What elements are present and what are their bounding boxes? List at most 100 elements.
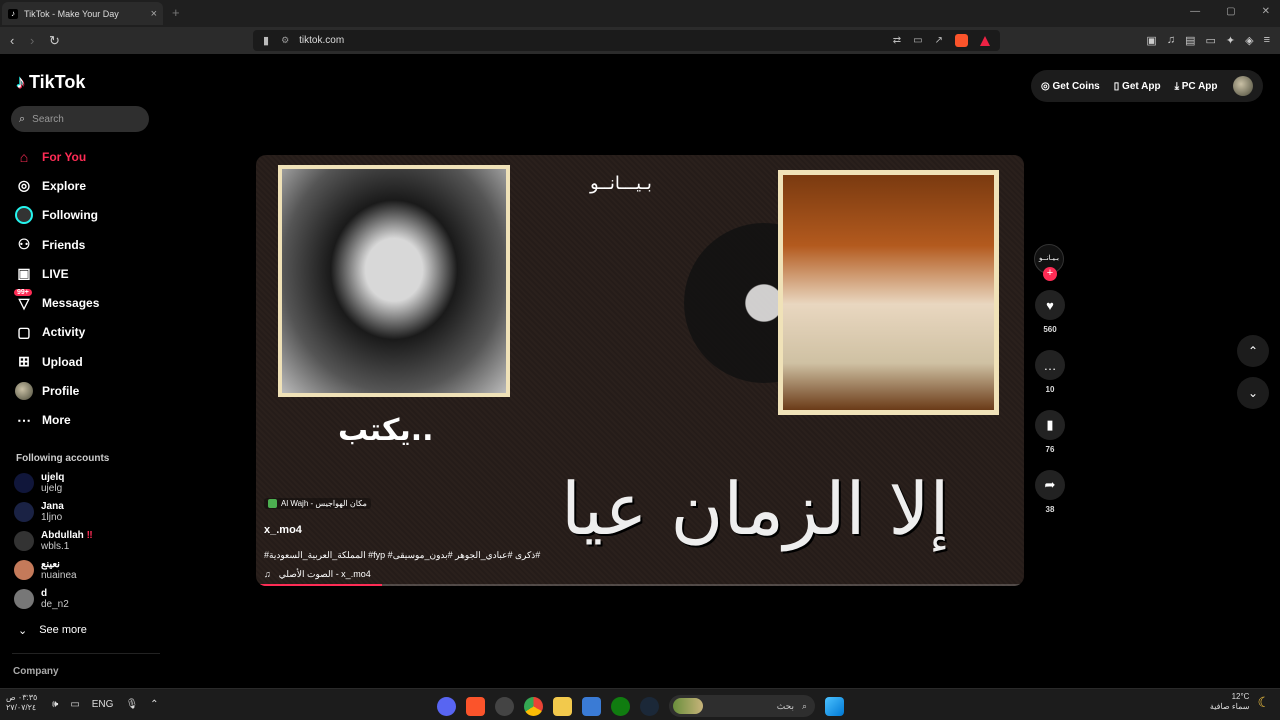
- file-explorer-icon[interactable]: [553, 696, 572, 716]
- leo-ai-icon[interactable]: ✦: [1226, 34, 1235, 47]
- following-account[interactable]: ujelq ujelg: [14, 472, 64, 494]
- sidebar-item-upload[interactable]: ⊞ Upload: [14, 347, 154, 376]
- microphone-icon[interactable]: 🎙: [125, 699, 138, 710]
- back-icon[interactable]: ‹: [10, 33, 14, 48]
- avatar: [14, 531, 34, 551]
- following-account[interactable]: Abdullah ‼ wbls.1: [14, 530, 93, 552]
- avatar[interactable]: [1233, 76, 1253, 96]
- windows-start-icon[interactable]: [825, 696, 844, 716]
- store-icon[interactable]: [582, 696, 601, 716]
- following-account[interactable]: نعينع nuainea: [14, 559, 77, 581]
- sidebar-item-messages[interactable]: ▽ 99+ Messages: [14, 288, 154, 317]
- creator-avatar[interactable]: بـيـانــو +: [1034, 244, 1064, 281]
- screenshot-icon[interactable]: ▣: [1146, 34, 1156, 47]
- sidebar-item-activity[interactable]: ▢ Activity: [14, 318, 154, 347]
- browser-tab[interactable]: ♪ TikTok - Make Your Day ×: [2, 2, 163, 25]
- clock[interactable]: ٠٣:٣٥ ص ٢٧/٠٧/٢٤: [6, 693, 37, 713]
- comment-button[interactable]: … 10: [1034, 350, 1066, 394]
- video-player[interactable]: بـيـــانــو يكتب.. إلا الزمان عيا Al Waj…: [256, 155, 1024, 586]
- follow-plus-icon[interactable]: +: [1043, 267, 1057, 281]
- brave-shields-icon[interactable]: [955, 34, 968, 47]
- url-text: tiktok.com: [299, 35, 345, 46]
- site-info-icon[interactable]: ⚙: [281, 35, 289, 46]
- sidebar-item-following[interactable]: Following: [14, 201, 154, 230]
- search-input[interactable]: [32, 113, 133, 125]
- browser-toolbar: ‹ › ↻ ▮ ⚙ tiktok.com ⇄ ▭ ↗ ▣ ♫ ▤ ▭ ✦ ◈ ≡: [0, 27, 1280, 54]
- pc-app-button[interactable]: ⤓ PC App: [1175, 81, 1218, 92]
- account-username: ujelg: [41, 483, 63, 494]
- language-indicator[interactable]: ENG: [92, 699, 114, 710]
- sidebar-item-for-you[interactable]: ⌂ For You: [14, 142, 154, 171]
- video-sound[interactable]: ♫ الصوت الأصلي - x_.mo4: [264, 569, 564, 580]
- address-bar-actions: ⇄ ▭ ↗: [893, 34, 1000, 47]
- share-button[interactable]: ➦ 38: [1034, 470, 1066, 514]
- taskbar-apps: بحث ⌕: [437, 695, 844, 717]
- brave-rewards-icon[interactable]: [980, 35, 990, 46]
- tiktok-logo[interactable]: ♪ TikTok: [16, 72, 85, 93]
- get-app-button[interactable]: ▯ Get App: [1114, 81, 1161, 92]
- account-username: nuainea: [41, 570, 77, 581]
- share-icon[interactable]: ↗: [935, 35, 943, 46]
- window-controls: — ▢ ✕: [1190, 6, 1270, 17]
- like-button[interactable]: ♥ 560: [1034, 290, 1066, 334]
- sidebar-item-label: Profile: [42, 384, 80, 399]
- discord-icon[interactable]: [437, 696, 456, 716]
- live-icon: ▣: [17, 265, 31, 282]
- translate-icon[interactable]: ⇄: [893, 35, 901, 46]
- coin-icon: ◎: [1041, 80, 1050, 92]
- minimize-icon[interactable]: —: [1190, 6, 1200, 17]
- close-tab-icon[interactable]: ×: [151, 8, 157, 20]
- network-icon[interactable]: ▭: [70, 699, 79, 710]
- close-window-icon[interactable]: ✕: [1262, 6, 1270, 17]
- previous-video-button[interactable]: ⌃: [1237, 335, 1269, 367]
- compass-icon: ◎: [17, 177, 31, 194]
- overlay-small-text: بـيـــانــو: [590, 173, 652, 194]
- cast-icon[interactable]: ▭: [913, 35, 922, 46]
- maximize-icon[interactable]: ▢: [1226, 6, 1235, 17]
- windows-taskbar: ٠٣:٣٥ ص ٢٧/٠٧/٢٤ 🕪 ▭ ENG 🎙 ⌃ بحث ⌕ 12°C …: [0, 688, 1280, 720]
- new-tab-icon[interactable]: +: [172, 5, 180, 20]
- weather-widget[interactable]: 12°C سماء صافية ☾: [1210, 692, 1270, 712]
- sidebar-item-friends[interactable]: ⚇ Friends: [14, 230, 154, 259]
- sidebar-item-more[interactable]: ⋯ More: [14, 406, 154, 435]
- bookmark-icon[interactable]: ▮: [263, 34, 269, 47]
- brave-icon[interactable]: [466, 696, 485, 716]
- get-coins-button[interactable]: ◎ Get Coins: [1041, 81, 1100, 92]
- save-button[interactable]: ▮ 76: [1034, 410, 1066, 454]
- vpn-icon[interactable]: ◈: [1245, 34, 1253, 47]
- xbox-icon[interactable]: [611, 696, 630, 716]
- video-progress-bar[interactable]: [260, 584, 1020, 586]
- search-box[interactable]: ⌕: [11, 106, 149, 132]
- logo-text: TikTok: [29, 72, 86, 92]
- menu-icon[interactable]: ≡: [1264, 34, 1270, 47]
- forward-icon[interactable]: ›: [30, 33, 34, 48]
- share-arrow-icon: ➦: [1035, 470, 1065, 500]
- see-more-button[interactable]: ⌄ See more: [18, 624, 87, 637]
- next-video-button[interactable]: ⌄: [1237, 377, 1269, 409]
- app-icon[interactable]: [495, 696, 514, 716]
- following-account[interactable]: Jana 1ljno: [14, 501, 64, 523]
- taskbar-search[interactable]: بحث ⌕: [669, 695, 815, 717]
- reload-icon[interactable]: ↻: [49, 33, 60, 49]
- steam-icon[interactable]: [640, 696, 659, 716]
- overlay-big-text: إلا الزمان عيا: [561, 467, 950, 551]
- sidebar-item-explore[interactable]: ◎ Explore: [14, 171, 154, 200]
- music-tag[interactable]: Al Wajh - مكان الهواجيس: [264, 498, 371, 509]
- share-count: 38: [1045, 505, 1055, 514]
- volume-icon[interactable]: 🕪: [52, 699, 58, 710]
- video-author[interactable]: x_.mo4: [264, 524, 564, 536]
- wallet-icon[interactable]: ▭: [1205, 34, 1215, 47]
- company-link[interactable]: Company: [13, 666, 59, 677]
- messages-badge: 99+: [14, 289, 32, 297]
- chevron-up-icon[interactable]: ⌃: [150, 699, 158, 710]
- address-bar[interactable]: ▮ ⚙ tiktok.com ⇄ ▭ ↗: [253, 30, 1000, 51]
- sidebar-item-live[interactable]: ▣ LIVE: [14, 259, 154, 288]
- tab-title: TikTok - Make Your Day: [24, 8, 119, 19]
- sidebar-icon[interactable]: ▤: [1185, 34, 1195, 47]
- sidebar-item-profile[interactable]: Profile: [14, 376, 154, 405]
- following-account[interactable]: d de_n2: [14, 588, 69, 610]
- music-icon[interactable]: ♫: [1167, 34, 1175, 47]
- sidebar-item-label: More: [42, 413, 71, 428]
- account-name: Jana: [41, 501, 64, 512]
- chrome-icon[interactable]: [524, 696, 543, 716]
